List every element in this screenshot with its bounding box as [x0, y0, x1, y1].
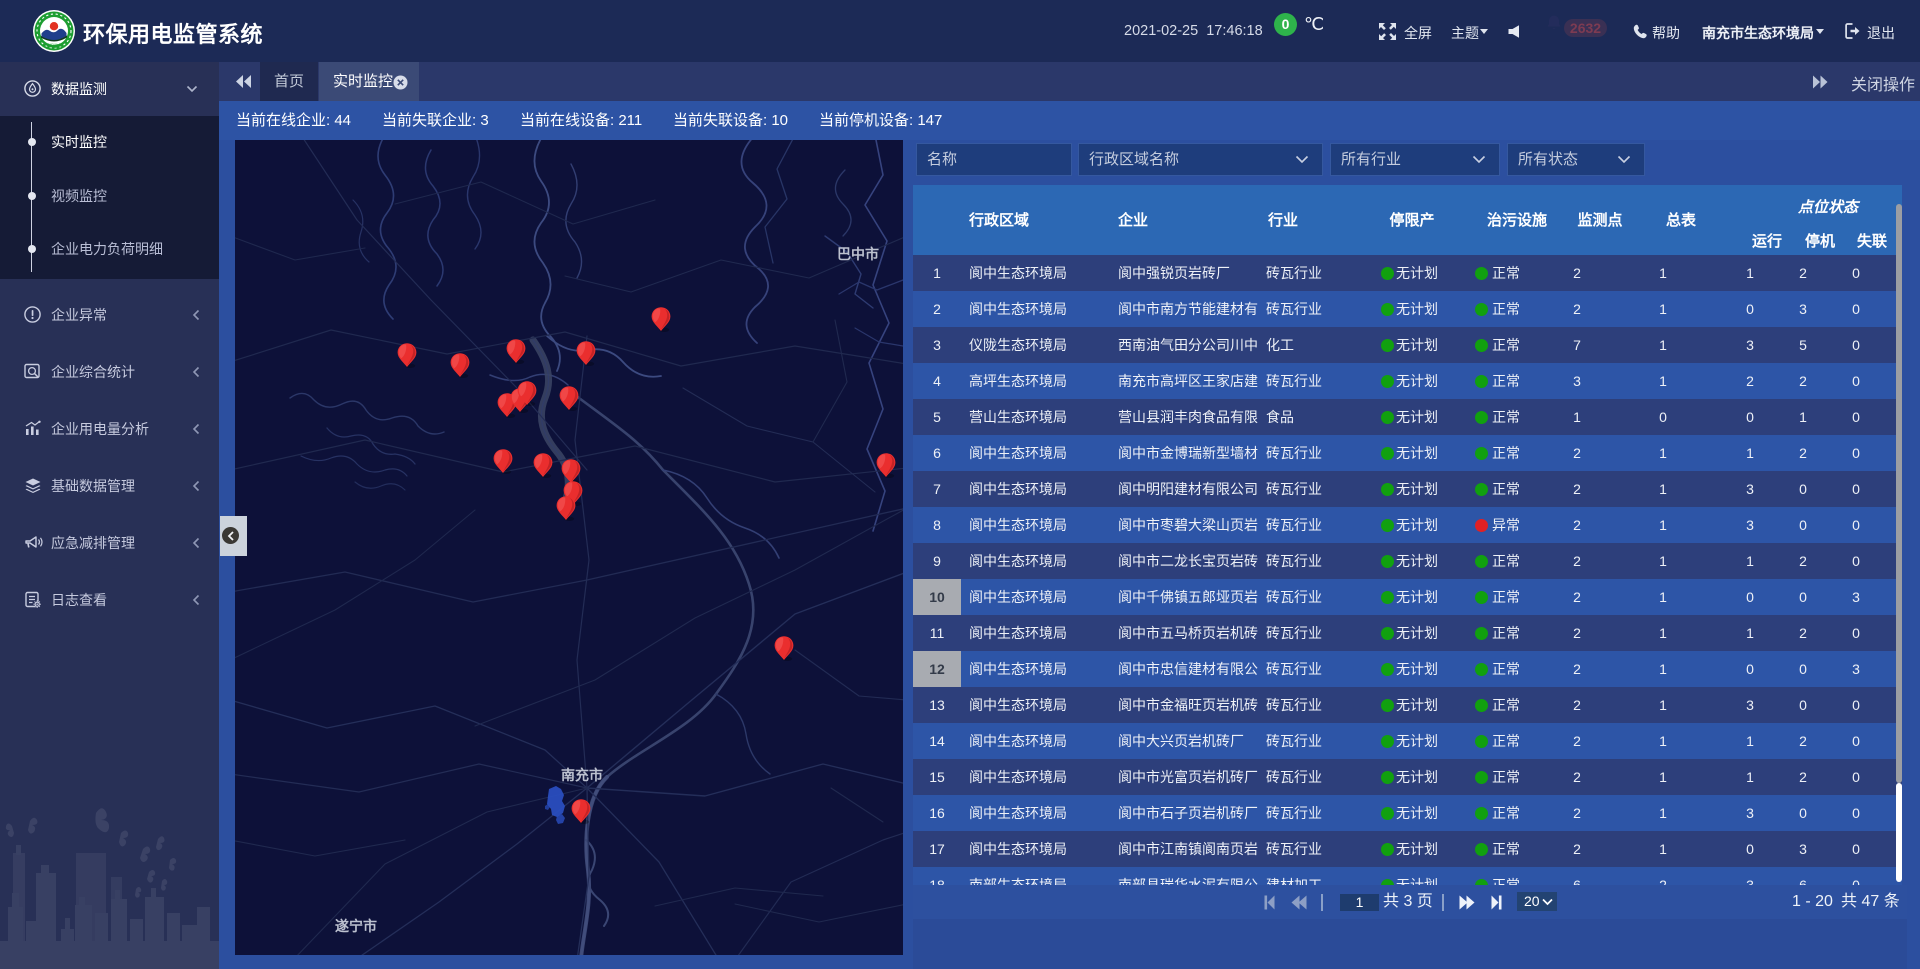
- svg-text:南充市: 南充市: [561, 767, 603, 783]
- svg-text:环保监管: 环保监管: [45, 43, 63, 50]
- svg-text:遂宁市: 遂宁市: [335, 918, 377, 934]
- svg-text:巴中市: 巴中市: [837, 246, 879, 262]
